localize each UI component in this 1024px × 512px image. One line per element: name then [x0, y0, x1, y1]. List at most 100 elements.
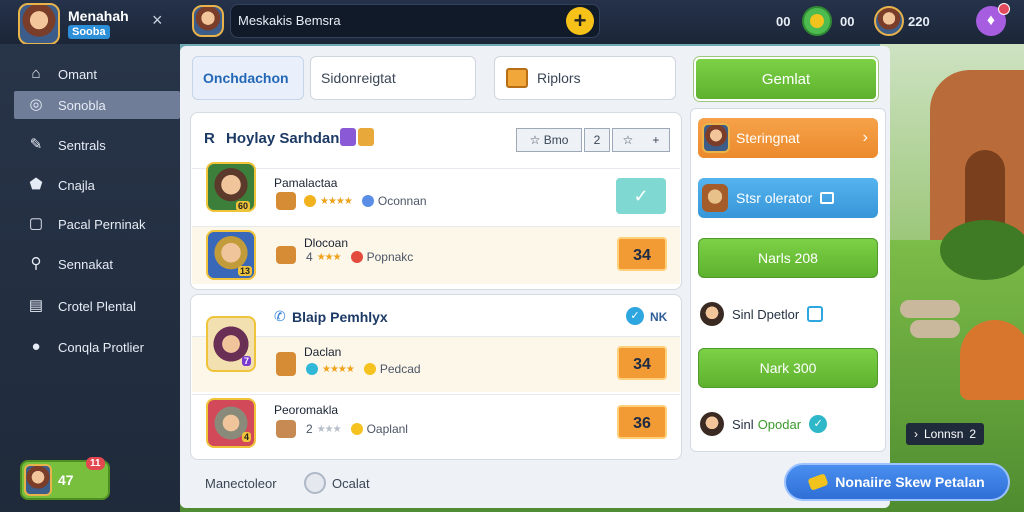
- sidebar-item-conqla[interactable]: ● Conqla Protlier: [14, 333, 180, 361]
- close-icon[interactable]: ×: [152, 10, 163, 31]
- player-row[interactable]: Sinl Opodar ✓: [700, 412, 828, 436]
- row-name: Dlocoan: [304, 236, 349, 250]
- rating-dot-icon: [304, 195, 316, 207]
- footer-left-text: Manectoleor: [205, 476, 277, 491]
- notification-dot-icon: [998, 3, 1010, 15]
- sidebar-item-pacal[interactable]: ▢ Pacal Perninak: [14, 210, 180, 238]
- portrait-tag: 60: [236, 201, 251, 211]
- chevron-right-icon: ›: [862, 129, 868, 146]
- player-row[interactable]: Sinl Dpetlor: [700, 302, 824, 326]
- background-bush: [940, 220, 1024, 280]
- star-icon[interactable]: ☆: [623, 133, 634, 147]
- item-icon: [276, 246, 296, 264]
- bear-icon: [702, 184, 728, 212]
- level-avatar: [24, 464, 52, 496]
- background-mushroom: [960, 320, 1024, 400]
- sidebar-item-label: Pacal Perninak: [58, 216, 146, 232]
- footer-right-text: Ocalat: [332, 476, 370, 491]
- ticket-icon: [807, 473, 829, 491]
- list-row[interactable]: [192, 394, 680, 454]
- status-dot-icon: [361, 195, 374, 207]
- leaf-icon: ✎: [29, 136, 43, 153]
- check-circle-icon: ✓: [626, 307, 644, 325]
- value-badge[interactable]: 34: [617, 346, 667, 380]
- arrow-right-icon: ›: [914, 427, 918, 441]
- bmo-button[interactable]: ☆ Bmo: [516, 128, 582, 152]
- item-icon: [276, 192, 296, 210]
- player-status: Opodar: [757, 416, 802, 432]
- button-avatar: [702, 123, 730, 153]
- sidebar-item-sennakat[interactable]: ⚲ Sennakat: [14, 250, 180, 278]
- smile-icon: [350, 423, 363, 435]
- row-meta-text: Oaplanl: [366, 422, 408, 436]
- check-button[interactable]: ✓: [616, 178, 666, 214]
- hero-avatar[interactable]: [192, 5, 224, 37]
- row-meta-text: Oconnan: [377, 194, 427, 208]
- stars: ★★★★: [322, 363, 355, 375]
- row-meta: ★★★★ Oconnan: [304, 194, 427, 208]
- count-button[interactable]: 2: [584, 128, 610, 152]
- sidebar-item-sentrals[interactable]: ✎ Sentrals: [14, 131, 180, 159]
- app-badge: Sooba: [68, 25, 110, 39]
- player-avatar-icon: [700, 412, 724, 436]
- row-meta: 4 ★★★ Popnakc: [306, 250, 413, 264]
- row-meta: ★★★★ Pedcad: [306, 362, 421, 376]
- sidebar-item-omant[interactable]: ⌂ Omant: [14, 60, 180, 88]
- row-name: Daclan: [304, 345, 342, 359]
- stars: ★★★★: [320, 195, 353, 207]
- row-meta-text: Popnakc: [366, 250, 414, 264]
- list-row[interactable]: [192, 336, 680, 392]
- portrait-tag: 4: [242, 432, 252, 442]
- stars: ★★★: [316, 251, 342, 263]
- row-name: Peoromakla: [274, 403, 339, 417]
- potion-icon: [340, 128, 356, 146]
- search-icon: ⚲: [30, 255, 42, 272]
- app-title: Menahah: [68, 8, 129, 24]
- item-icon: [276, 420, 296, 438]
- background-rock: [900, 300, 960, 318]
- doc-icon: ▤: [28, 297, 44, 314]
- cta-button[interactable]: Nonaiire Skew Petalan: [784, 463, 1010, 501]
- home-icon: ⌂: [31, 65, 41, 82]
- row-meta: 2 ★★★ Oaplanl: [306, 422, 408, 436]
- item-icon: [276, 352, 296, 376]
- sidebar-item-label: Conqla Protlier: [58, 339, 144, 355]
- card-title: Blaip Pemhlyx: [292, 309, 388, 325]
- rating-dot-icon: [306, 363, 318, 375]
- sidebar-item-crotel[interactable]: ▤ Crotel Plental: [14, 292, 180, 320]
- list-row[interactable]: [192, 226, 680, 284]
- plus-icon[interactable]: +: [652, 133, 659, 147]
- list-row[interactable]: [192, 168, 680, 224]
- tab-onchdachon[interactable]: Onchdachon: [192, 56, 304, 100]
- search-text: Meskakis Bemsra: [238, 13, 341, 28]
- card-prefix: R: [204, 130, 215, 147]
- sidebar-item-label: Sonobla: [58, 97, 106, 113]
- nark-button[interactable]: Nark 300: [698, 348, 878, 388]
- profile-avatar[interactable]: [874, 6, 904, 36]
- portrait-tag: 7: [242, 356, 252, 366]
- value-badge[interactable]: 36: [617, 405, 667, 439]
- star-icon: ☆: [529, 133, 544, 147]
- sidebar-item-cnajla[interactable]: ⬟ Cnajla: [14, 171, 180, 199]
- sidebar-item-label: Cnajla: [58, 177, 95, 193]
- value-badge[interactable]: 34: [617, 237, 667, 271]
- phone-icon: ✆: [274, 308, 286, 324]
- tab-sidonreigtat[interactable]: Sidonreigtat: [310, 56, 476, 100]
- folder-icon: [506, 68, 528, 88]
- add-button[interactable]: +: [566, 7, 594, 35]
- sidebar-item-label: Sennakat: [58, 256, 113, 272]
- cta-label: Nonaiire Skew Petalan: [835, 474, 985, 490]
- favorite-add-group[interactable]: ☆ +: [612, 128, 670, 152]
- gemlat-button[interactable]: Gemlat: [694, 57, 878, 101]
- row-name: Pamalactaa: [274, 176, 338, 190]
- level-badge: 11: [86, 457, 105, 470]
- stat-mid: 00: [840, 14, 855, 29]
- level-value: 47: [58, 472, 74, 488]
- info-icon[interactable]: [304, 472, 326, 494]
- right-label: NK: [650, 310, 668, 324]
- player-avatar[interactable]: [18, 3, 60, 45]
- coin-icon: [802, 6, 832, 36]
- sidebar-item-label: Omant: [58, 66, 98, 82]
- sidebar-item-sonobla[interactable]: ◎ Sonobla: [14, 91, 180, 119]
- narls-button[interactable]: Narls 208: [698, 238, 878, 278]
